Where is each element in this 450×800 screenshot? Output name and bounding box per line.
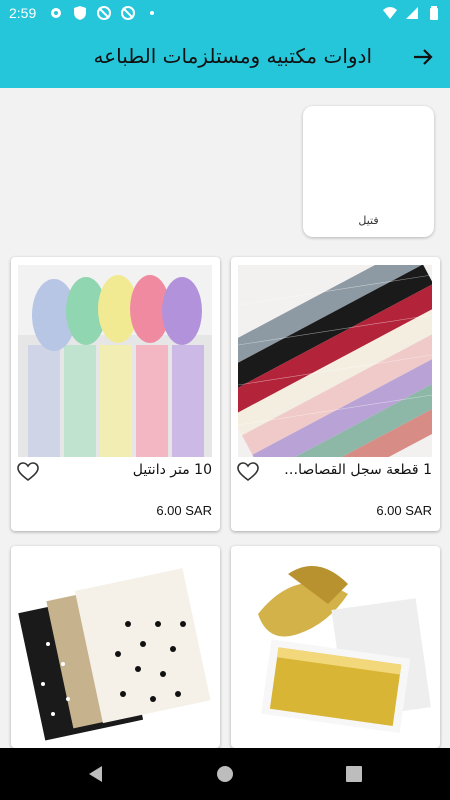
navigation-bar <box>0 748 450 800</box>
back-button[interactable] <box>410 44 436 70</box>
favorite-button[interactable] <box>237 462 259 482</box>
settings-icon <box>48 5 64 21</box>
recents-square-icon[interactable] <box>344 764 364 784</box>
page-title: ادوات مكتبيه ومستلزمات الطباعه <box>93 44 372 68</box>
product-image <box>238 265 432 457</box>
product-image <box>18 554 212 746</box>
home-circle-icon[interactable] <box>215 764 235 784</box>
arrow-right-icon <box>414 49 433 65</box>
back-triangle-icon[interactable] <box>86 764 106 784</box>
signal-icon <box>404 5 420 21</box>
no-sync-icon <box>96 5 112 21</box>
product-card[interactable]: 10 متر دانتيل 6.00 SAR <box>11 257 220 531</box>
product-image <box>238 554 432 746</box>
product-name: 1 قطعة سجل القصاصات ... <box>272 462 432 478</box>
wifi-icon <box>382 5 398 21</box>
heart-icon <box>17 462 39 482</box>
product-image <box>18 265 212 457</box>
battery-icon <box>426 5 442 21</box>
heart-icon <box>237 462 259 482</box>
status-bar: 2:59 <box>0 0 450 26</box>
product-price: 6.00 SAR <box>376 503 432 518</box>
category-item[interactable]: فتيل <box>303 106 434 237</box>
product-price: 6.00 SAR <box>156 503 212 518</box>
product-card[interactable]: 1 قطعة سجل القصاصات ... 6.00 SAR <box>231 257 440 531</box>
shield-icon <box>72 5 88 21</box>
no-sync-icon <box>120 5 136 21</box>
app-bar: ادوات مكتبيه ومستلزمات الطباعه <box>0 26 450 88</box>
status-time: 2:59 <box>9 5 37 21</box>
product-card[interactable] <box>231 546 440 748</box>
product-name: 10 متر دانتيل <box>132 462 212 478</box>
favorite-button[interactable] <box>17 462 39 482</box>
dot-icon <box>144 5 160 21</box>
category-label: فتيل <box>358 214 379 227</box>
product-card[interactable] <box>11 546 220 748</box>
